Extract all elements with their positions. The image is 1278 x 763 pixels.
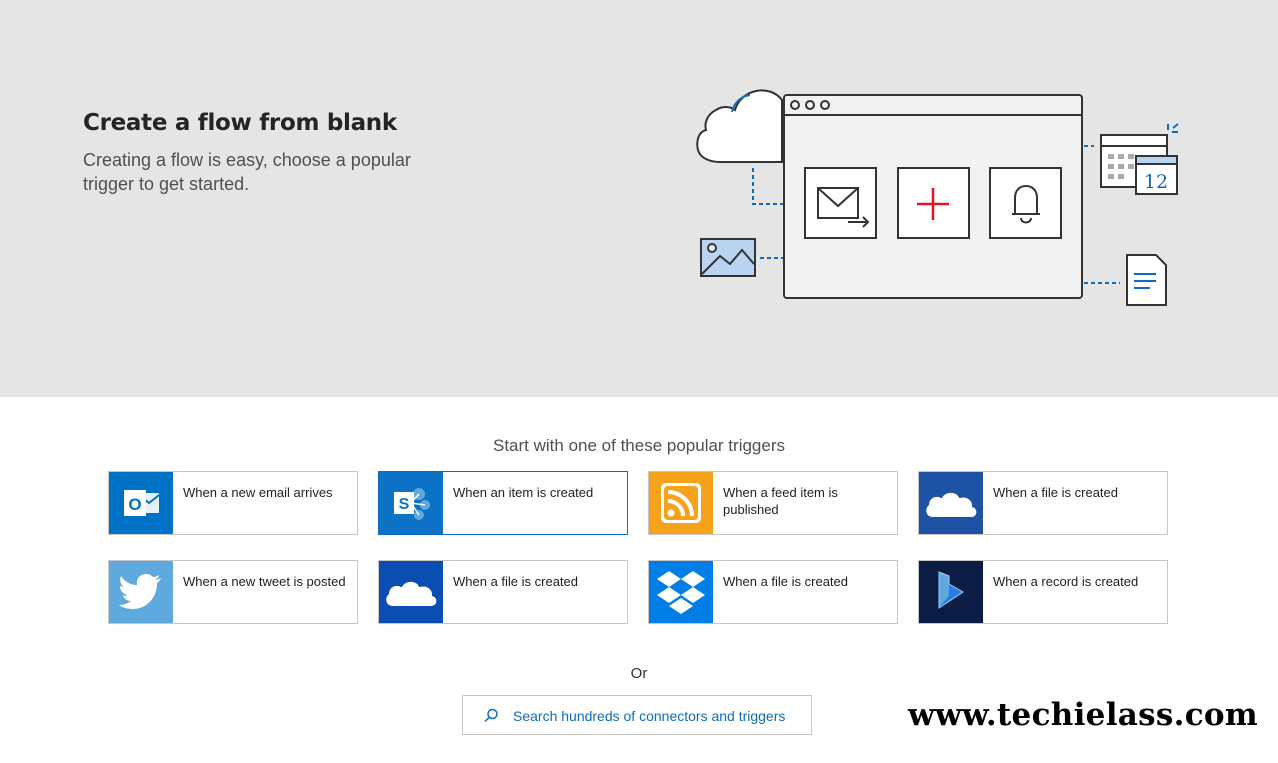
trigger-card-label: When a file is created <box>453 574 579 589</box>
connector-search-input[interactable]: Search hundreds of connectors and trigge… <box>462 695 812 735</box>
search-icon <box>484 708 498 723</box>
trigger-card-twitter[interactable]: When a new tweet is posted <box>108 560 358 624</box>
connector-line <box>752 168 783 205</box>
svg-text:S: S <box>399 496 410 513</box>
trigger-card-label: When a feed item is published <box>723 485 838 517</box>
onedrive-icon <box>919 472 983 534</box>
image-icon <box>700 238 756 277</box>
svg-text:12: 12 <box>1144 171 1168 193</box>
email-icon <box>804 167 877 239</box>
cloud-icon <box>696 89 783 163</box>
sharepoint-icon: S <box>379 472 443 534</box>
onedrive-business-icon <box>379 561 443 623</box>
trigger-card-label: When a new tweet is posted <box>183 574 346 589</box>
dropbox-icon <box>649 561 713 623</box>
bell-icon <box>989 167 1062 239</box>
trigger-card-rss[interactable]: When a feed item is published <box>648 471 898 535</box>
trigger-card-outlook[interactable]: O When a new email arrives <box>108 471 358 535</box>
svg-text:O: O <box>128 495 141 514</box>
trigger-card-onedrive-business[interactable]: When a file is created <box>378 560 628 624</box>
triggers-heading: Start with one of these popular triggers <box>493 436 785 455</box>
page-subtitle: Creating a flow is easy, choose a popula… <box>83 150 411 194</box>
trigger-card-label: When a file is created <box>723 574 849 589</box>
dynamics-icon <box>919 561 983 623</box>
trigger-card-onedrive[interactable]: When a file is created <box>918 471 1168 535</box>
outlook-icon: O <box>109 472 173 534</box>
hero-banner: Create a flow from blank Creating a flow… <box>0 0 1278 397</box>
watermark: www.techielass.com <box>908 697 1259 733</box>
flow-illustration: 12 <box>696 89 1179 306</box>
trigger-card-label: When a record is created <box>993 574 1139 589</box>
add-icon <box>897 167 970 239</box>
or-divider-text: Or <box>630 665 648 682</box>
trigger-card-label: When an item is created <box>453 485 594 500</box>
trigger-card-dropbox[interactable]: When a file is created <box>648 560 898 624</box>
calendar-icon: 12 <box>1100 123 1179 195</box>
trigger-card-dynamics[interactable]: When a record is created <box>918 560 1168 624</box>
trigger-card-grid: O When a new email arrives S When an ite… <box>108 471 1168 625</box>
search-placeholder: Search hundreds of connectors and trigge… <box>513 708 786 724</box>
twitter-icon <box>109 561 173 623</box>
trigger-card-label: When a file is created <box>993 485 1119 500</box>
document-icon <box>1126 254 1167 306</box>
trigger-card-label: When a new email arrives <box>183 485 333 500</box>
page-title: Create a flow from blank <box>83 110 397 136</box>
rss-icon <box>649 472 713 534</box>
trigger-card-sharepoint[interactable]: S When an item is created <box>378 471 628 535</box>
